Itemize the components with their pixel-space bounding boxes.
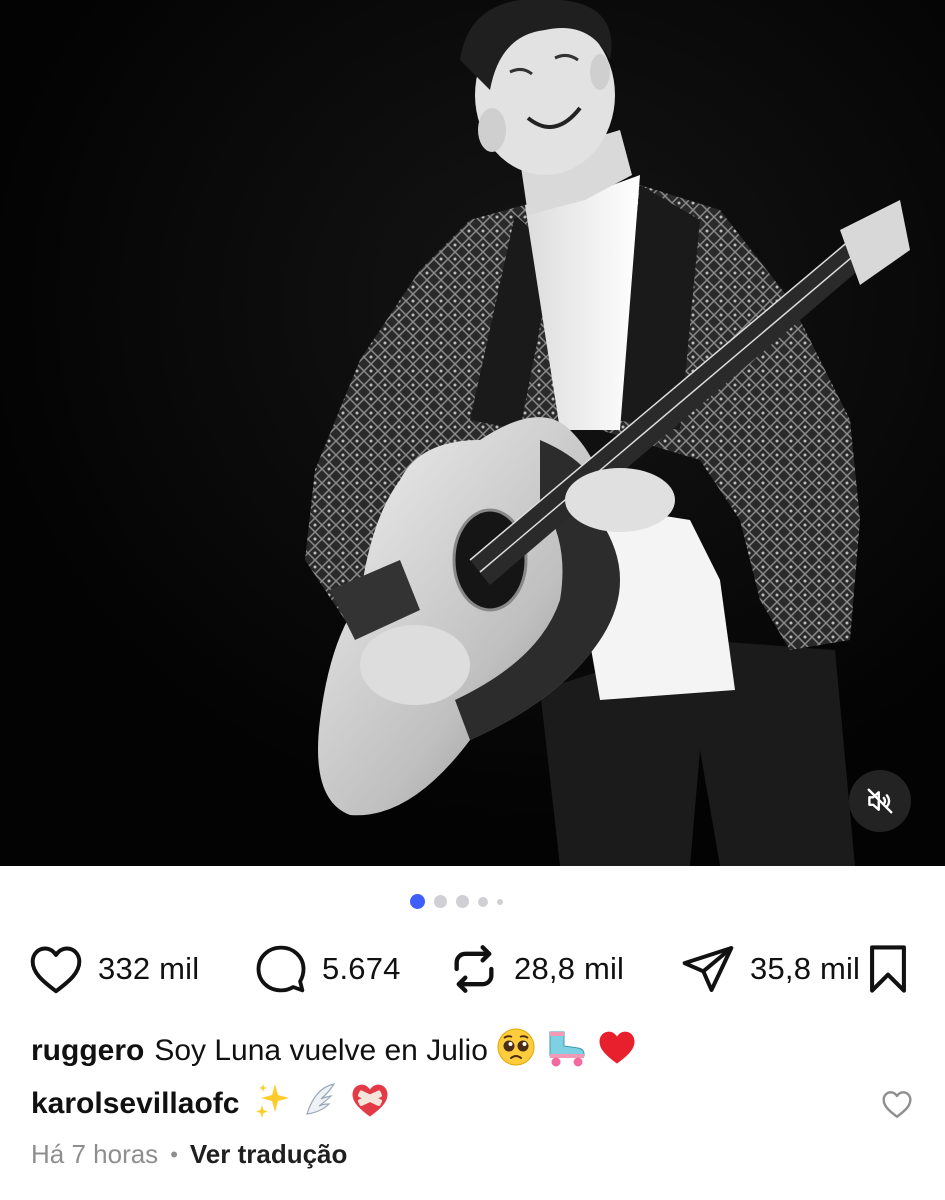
red-heart-emoji [596, 1027, 638, 1075]
see-translation-link[interactable]: Ver tradução [190, 1139, 348, 1170]
share-button[interactable]: 35,8 mil [680, 940, 860, 998]
mute-button[interactable] [849, 770, 911, 832]
comment-button[interactable]: 5.674 [254, 940, 401, 998]
save-button[interactable] [864, 944, 912, 994]
like-button[interactable]: 332 mil [28, 940, 199, 998]
carousel-dot [497, 898, 503, 905]
roller-skate-emoji [544, 1026, 588, 1076]
post-caption: ruggero Soy Luna vuelve en Julio [31, 1026, 638, 1076]
like-count: 332 mil [98, 951, 200, 986]
post-media[interactable] [0, 0, 945, 866]
bookmark-icon [870, 945, 906, 993]
repost-icon [454, 945, 494, 993]
repost-count: 28,8 mil [514, 951, 625, 986]
comment-username[interactable]: karolsevillaofc [31, 1087, 239, 1121]
caption-username[interactable]: ruggero [31, 1034, 144, 1068]
carousel-dot [434, 895, 447, 908]
meta-separator: • [170, 1141, 178, 1167]
send-icon [682, 946, 734, 992]
share-count: 35,8 mil [750, 951, 861, 986]
comment-row: karolsevillaofc [31, 1080, 391, 1128]
pleading-face-emoji [496, 1027, 536, 1075]
carousel-dot [478, 896, 488, 907]
post-timestamp: Há 7 horas [31, 1139, 159, 1169]
caption-text: Soy Luna vuelve en Julio [154, 1034, 488, 1067]
carousel-indicator [0, 894, 945, 909]
post-action-bar: 332 mil 5.674 28,8 mil 35,8 mil [28, 940, 918, 998]
mending-heart-emoji [349, 1080, 391, 1128]
post-meta: Há 7 horas • Ver tradução [31, 1139, 347, 1170]
heart-icon [30, 946, 82, 994]
heart-icon [882, 1091, 912, 1118]
sparkles-emoji [253, 1080, 293, 1128]
post-photo [0, 0, 945, 866]
carousel-dot-active [410, 894, 425, 909]
comment-like-button[interactable] [881, 1089, 913, 1119]
comment-count: 5.674 [322, 951, 401, 986]
speaker-muted-icon [867, 788, 893, 814]
comment-bubble-icon [256, 945, 306, 993]
repost-button[interactable]: 28,8 mil [448, 940, 624, 998]
wing-emoji [301, 1080, 341, 1128]
carousel-dot [456, 895, 469, 908]
